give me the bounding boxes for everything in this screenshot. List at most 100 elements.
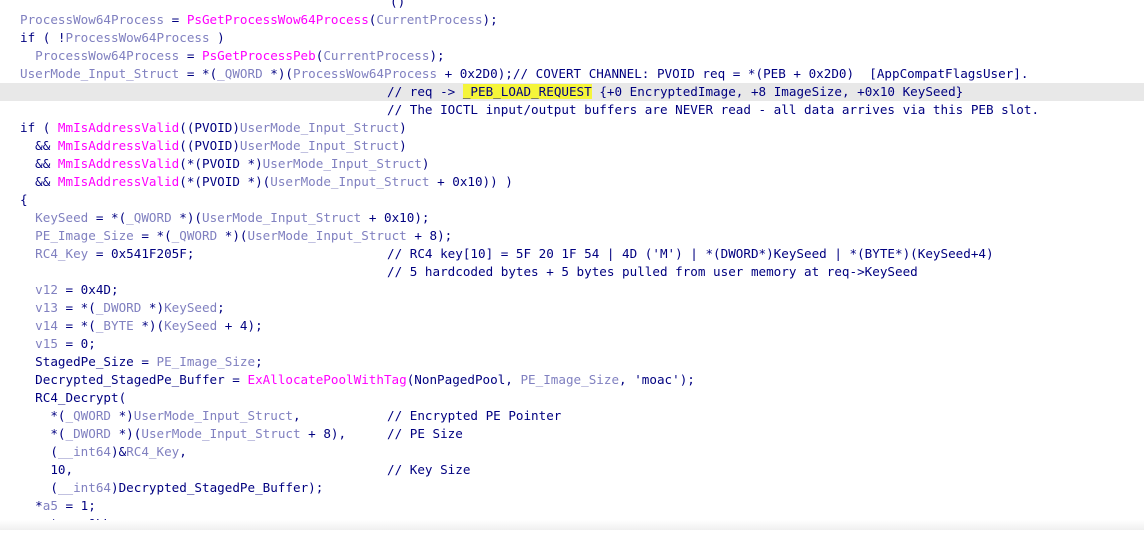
identifier[interactable]: UserMode_Input_Struct [134,408,293,423]
code-token: = *( [88,210,127,225]
comment-text: // 5 hardcoded bytes + 5 bytes pulled fr… [387,264,918,279]
code-token: + 8), [300,426,347,441]
identifier[interactable]: RC4_Key [126,444,179,459]
code-line[interactable]: 10, // Key Size [0,461,1144,479]
identifier[interactable]: v15 [35,336,58,351]
code-token: + 0x10)) ) [429,174,513,189]
code-line[interactable]: // 5 hardcoded bytes + 5 bytes pulled fr… [0,263,1144,281]
code-line[interactable]: Decrypted_StagedPe_Buffer = ExAllocatePo… [0,371,1144,389]
function-name[interactable]: MmIsAddressValid [58,138,179,153]
code-token: = 1; [57,498,96,513]
code-comment: // Key Size [387,461,470,479]
identifier[interactable]: CurrentProcess [376,12,482,27]
code-line[interactable]: // req -> _PEB_LOAD_REQUEST {+0 Encrypte… [0,83,1144,101]
identifier[interactable]: UserMode_Input_Struct [270,174,429,189]
code-line[interactable]: v14 = *(_BYTE *)(KeySeed + 4); [0,317,1144,335]
function-name[interactable]: MmIsAddressValid [58,156,179,171]
identifier[interactable]: KeySeed [35,210,88,225]
code-line[interactable]: StagedPe_Size = PE_Image_Size; [0,353,1144,371]
identifier[interactable]: ProcessWow64Process [66,30,210,45]
function-name[interactable]: PsGetProcessPeb [202,48,316,63]
identifier[interactable]: __int64 [58,444,111,459]
comment-text: // req -> [387,84,463,99]
code-line[interactable]: && MmIsAddressValid(*(PVOID *)UserMode_I… [0,155,1144,173]
code-line[interactable]: if ( MmIsAddressValid((PVOID)UserMode_In… [0,119,1144,137]
code-token: Decrypted_StagedPe_Buffer = [35,372,248,387]
code-line[interactable]: (__int64)Decrypted_StagedPe_Buffer); [0,479,1144,497]
function-name[interactable]: MmIsAddressValid [58,174,179,189]
identifier[interactable]: UserMode_Input_Struct [141,426,300,441]
code-comment: // Encrypted PE Pointer [387,407,561,425]
code-token: && [35,174,58,189]
code-token: ); [429,48,445,63]
function-name[interactable]: ExAllocatePoolWithTag [247,372,406,387]
identifier[interactable]: UserMode_Input_Struct [202,210,361,225]
identifier[interactable]: _DWORD [96,300,142,315]
identifier[interactable]: v12 [35,282,58,297]
code-line[interactable]: && MmIsAddressValid((PVOID)UserMode_Inpu… [0,137,1144,155]
identifier[interactable]: __int64 [58,480,111,495]
identifier[interactable]: ProcessWow64Process [20,12,164,27]
code-line[interactable]: () [0,0,1144,11]
identifier[interactable]: PE_Image_Size [35,228,134,243]
identifier[interactable]: PE_Image_Size [157,354,256,369]
code-token: *) [111,408,134,423]
code-line[interactable]: *(_DWORD *)(UserMode_Input_Struct + 8), /… [0,425,1144,443]
highlighted-identifier[interactable]: _PEB_LOAD_REQUEST [462,84,592,99]
code-token: if ( ! [20,30,66,45]
code-token: && [35,156,58,171]
identifier[interactable]: UserMode_Input_Struct [248,228,407,243]
code-token: ) [399,120,407,135]
identifier[interactable]: UserMode_Input_Struct [263,156,422,171]
code-token: = *( [179,66,218,81]
identifier[interactable]: ProcessWow64Process [35,48,179,63]
identifier[interactable]: _DWORD [66,426,112,441]
code-line[interactable]: RC4_Decrypt( [0,389,1144,407]
code-line[interactable]: v13 = *(_DWORD *)KeySeed; [0,299,1144,317]
identifier[interactable]: a5 [43,498,58,513]
identifier[interactable]: _QWORD [217,66,263,81]
pseudocode-view[interactable]: () ProcessWow64Process = PsGetProcessWow6… [0,0,1144,531]
code-comment: // The IOCTL input/output buffers are NE… [387,101,1039,119]
identifier[interactable]: UserMode_Input_Struct [240,138,399,153]
code-token: *) [141,300,165,315]
function-name[interactable]: PsGetProcessWow64Process [187,12,369,27]
code-line[interactable]: (__int64)&RC4_Key, [0,443,1144,461]
identifier[interactable]: RC4_Key [35,246,88,261]
code-line[interactable]: && MmIsAddressValid(*(PVOID *)(UserMode_… [0,173,1144,191]
code-line[interactable]: KeySeed = *(_QWORD *)(UserMode_Input_Str… [0,209,1144,227]
code-token: ; [255,354,263,369]
code-token: + 0x2D0);// COVERT CHANNEL: PVOID req = … [437,66,1029,81]
code-line[interactable]: v12 = 0x4D; [0,281,1144,299]
identifier[interactable]: KeySeed [164,318,217,333]
code-line[interactable]: ProcessWow64Process = PsGetProcessWow64P… [0,11,1144,29]
function-name[interactable]: MmIsAddressValid [58,120,179,135]
identifier[interactable]: KeySeed [164,300,217,315]
code-line[interactable]: *(_QWORD *)UserMode_Input_Struct, // Encr… [0,407,1144,425]
code-line[interactable]: ProcessWow64Process = PsGetProcessPeb(Cu… [0,47,1144,65]
identifier[interactable]: PE_Image_Size [520,372,619,387]
identifier[interactable]: _QWORD [172,228,218,243]
identifier[interactable]: _QWORD [126,210,172,225]
identifier[interactable]: UserMode_Input_Struct [240,120,399,135]
identifier[interactable]: v13 [35,300,58,315]
identifier[interactable]: CurrentProcess [323,48,429,63]
code-line[interactable]: if ( !ProcessWow64Process ) [0,29,1144,47]
identifier[interactable]: _QWORD [66,408,112,423]
code-line[interactable]: PE_Image_Size = *(_QWORD *)(UserMode_Inp… [0,227,1144,245]
code-line[interactable]: { [0,191,1144,209]
code-line[interactable]: UserMode_Input_Struct = *(_QWORD *)(Proc… [0,65,1144,83]
identifier[interactable]: ProcessWow64Process [293,66,437,81]
identifier[interactable]: v14 [35,318,58,333]
code-line[interactable]: // The IOCTL input/output buffers are NE… [0,101,1144,119]
identifier[interactable]: UserMode_Input_Struct [20,66,179,81]
code-line[interactable]: v15 = 0; [0,335,1144,353]
code-token: = 0x4D; [57,282,119,297]
code-line[interactable]: RC4_Key = 0x541F205F; // RC4 key[10] = 5F… [0,245,1144,263]
identifier[interactable]: _BYTE [96,318,134,333]
code-token: ( [50,480,58,495]
code-line[interactable]: *a5 = 1; [0,497,1144,515]
